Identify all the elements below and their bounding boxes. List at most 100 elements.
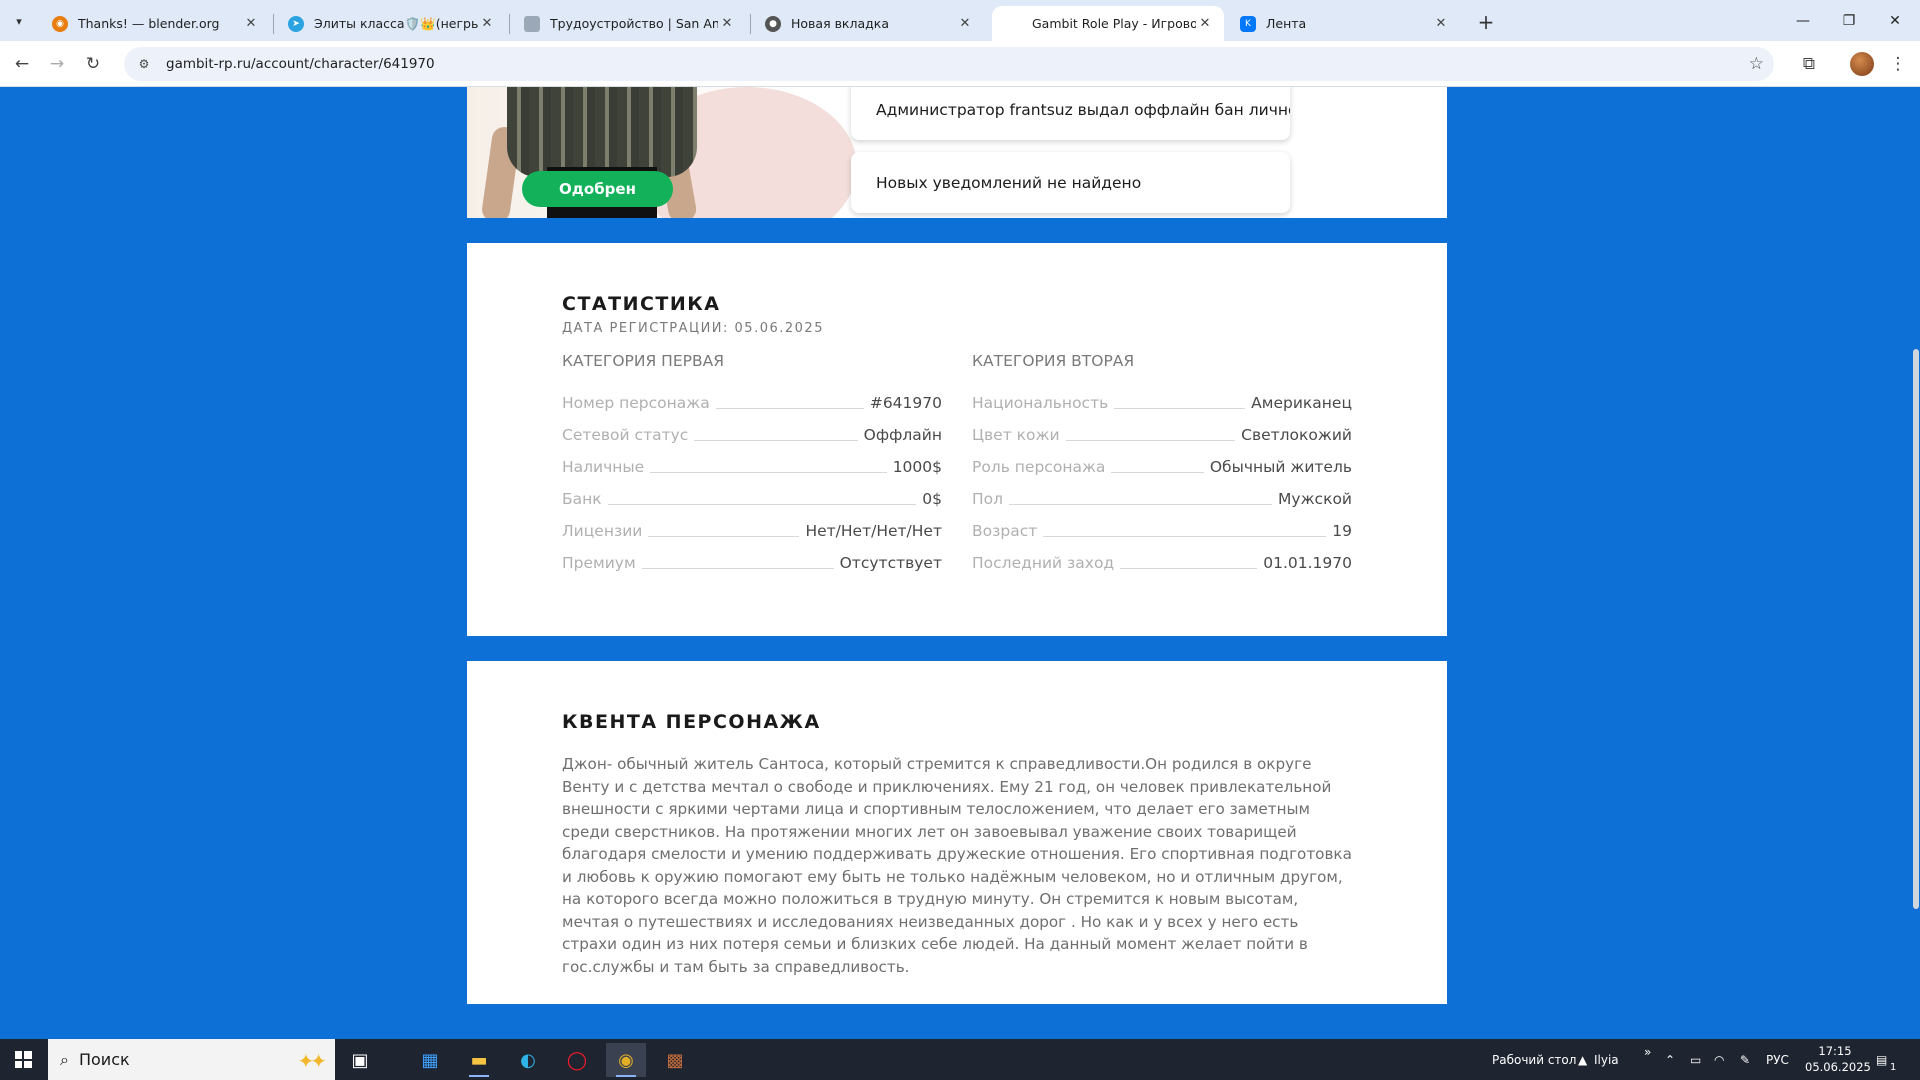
stat-label: Номер персонажа: [562, 394, 710, 412]
tab-telegram[interactable]: ➤ Элиты класса🛡️👑(негры) ✕: [274, 6, 506, 41]
battery-icon[interactable]: ▭: [1690, 1039, 1701, 1080]
menu-kebab-icon[interactable]: ⋮: [1884, 50, 1912, 78]
notification-item[interactable]: Администратор frantsuz выдал оффлайн бан…: [851, 87, 1290, 140]
stat-row: Номер персонажа #641970: [562, 392, 942, 412]
stat-value: Обычный житель: [1209, 458, 1352, 476]
start-button[interactable]: [0, 1039, 46, 1080]
blender-icon: ◉: [52, 15, 68, 32]
opera-icon[interactable]: ◯: [557, 1043, 597, 1077]
overflow-chevron-icon[interactable]: »: [1644, 1031, 1651, 1072]
stat-value: 19: [1332, 522, 1352, 540]
stat-value: Нет/Нет/Нет/Нет: [805, 522, 942, 540]
stat-row: Цвет кожи Светлокожий: [972, 424, 1352, 444]
extensions-icon[interactable]: ⧉: [1795, 50, 1823, 78]
stat-value: 01.01.1970: [1263, 554, 1352, 572]
telegram-icon: ➤: [288, 15, 304, 32]
tab-title: Gambit Role Play - Игровой пр: [1032, 16, 1196, 31]
stat-row: Лицензии Нет/Нет/Нет/Нет: [562, 520, 942, 540]
new-tab-button[interactable]: +: [1472, 8, 1500, 36]
store-icon[interactable]: ▦: [410, 1043, 450, 1077]
clock[interactable]: 17:15 05.06.2025: [1805, 1043, 1871, 1075]
stat-label: Роль персонажа: [972, 458, 1106, 476]
forward-icon[interactable]: →: [43, 50, 71, 78]
stat-value: 1000$: [892, 458, 942, 476]
game-app-icon[interactable]: ▩: [655, 1043, 695, 1077]
character-card: Одобрен Администратор frantsuz выдал офф…: [467, 87, 1447, 218]
page-viewport: Одобрен Администратор frantsuz выдал офф…: [0, 87, 1920, 1039]
pen-icon[interactable]: ✎: [1740, 1039, 1750, 1080]
close-tab-icon[interactable]: ✕: [1196, 15, 1214, 33]
restore-icon[interactable]: ❐: [1826, 0, 1872, 41]
close-tab-icon[interactable]: ✕: [1432, 15, 1450, 33]
stat-value: #641970: [869, 394, 942, 412]
edge-icon[interactable]: ◐: [508, 1043, 548, 1077]
bookmark-star-icon[interactable]: ☆: [1749, 54, 1764, 74]
back-icon[interactable]: ←: [8, 50, 36, 78]
close-tab-icon[interactable]: ✕: [718, 15, 736, 33]
page-scrollbar[interactable]: [1912, 87, 1920, 1039]
taskbar: ⌕ Поиск ✦✦ ▣ ▦ ▬ ◐ ◯ ◉ ▩ Рабочий стол ▲ …: [0, 1039, 1920, 1080]
stat-value: Светлокожий: [1241, 426, 1352, 444]
stat-row: Наличные 1000$: [562, 456, 942, 476]
stat-label: Сетевой статус: [562, 426, 689, 444]
chrome-taskbar-icon[interactable]: ◉: [606, 1043, 646, 1077]
stat-row: Последний заход 01.01.1970: [972, 552, 1352, 572]
statistics-card: СТАТИСТИКА ДАТА РЕГИСТРАЦИИ: 05.06.2025 …: [467, 243, 1447, 636]
scroll-thumb[interactable]: [1913, 349, 1919, 909]
task-view-icon[interactable]: ▣: [340, 1043, 380, 1077]
tab-gambit[interactable]: Gambit Role Play - Игровой пр ✕: [992, 6, 1224, 41]
wifi-icon[interactable]: ◠: [1714, 1039, 1724, 1080]
stat-label: Лицензии: [562, 522, 643, 540]
stat-value: Американец: [1251, 394, 1352, 412]
category-two-title: КАТЕГОРИЯ ВТОРАЯ: [972, 352, 1135, 370]
windows-logo-icon: [14, 1051, 32, 1068]
tab-title: Лента: [1266, 16, 1307, 31]
show-hidden-icons-chevron[interactable]: ⌃: [1665, 1039, 1675, 1080]
stat-label: Национальность: [972, 394, 1109, 412]
user-label[interactable]: Ilyia: [1594, 1039, 1619, 1080]
registration-date: ДАТА РЕГИСТРАЦИИ: 05.06.2025: [562, 321, 824, 336]
stat-row: Национальность Американец: [972, 392, 1352, 412]
tab-vk[interactable]: K Лента ✕: [1226, 6, 1460, 41]
story-card: КВЕНТА ПЕРСОНАЖА Джон- обычный житель Са…: [467, 661, 1447, 1004]
tab-new[interactable]: ● Новая вкладка ✕: [751, 6, 984, 41]
stat-row: Сетевой статус Оффлайн: [562, 424, 942, 444]
stat-label: Наличные: [562, 458, 645, 476]
tab-search-button[interactable]: ▾: [6, 8, 32, 34]
site-settings-icon[interactable]: ⚙: [134, 54, 154, 74]
clock-time: 17:15: [1818, 1044, 1852, 1058]
desktop-toolbar-label[interactable]: Рабочий стол: [1492, 1039, 1576, 1080]
stat-row: Пол Мужской: [972, 488, 1352, 508]
close-tab-icon[interactable]: ✕: [242, 15, 260, 33]
tab-employment[interactable]: Трудоустройство | San Andreas ✕: [510, 6, 746, 41]
language-indicator[interactable]: РУС: [1766, 1039, 1789, 1080]
stat-row: Роль персонажа Обычный житель: [972, 456, 1352, 476]
stat-label: Премиум: [562, 554, 636, 572]
story-text: Джон- обычный житель Сантоса, который ст…: [562, 755, 1352, 976]
stat-row: Банк 0$: [562, 488, 942, 508]
close-tab-icon[interactable]: ✕: [478, 15, 496, 33]
tab-blender[interactable]: ◉ Thanks! — blender.org ✕: [38, 6, 270, 41]
close-window-icon[interactable]: ✕: [1872, 0, 1918, 41]
minimize-icon[interactable]: —: [1780, 0, 1826, 41]
close-tab-icon[interactable]: ✕: [956, 15, 974, 33]
notification-center-icon[interactable]: ▤: [1876, 1039, 1887, 1080]
taskbar-search[interactable]: ⌕ Поиск ✦✦: [48, 1039, 335, 1080]
address-bar[interactable]: ⚙ gambit-rp.ru/account/character/641970 …: [124, 47, 1774, 81]
stat-label: Пол: [972, 490, 1004, 508]
reload-icon[interactable]: ↻: [79, 50, 107, 78]
browser-toolbar: ← → ↻ ⚙ gambit-rp.ru/account/character/6…: [0, 41, 1920, 87]
profile-avatar[interactable]: [1850, 52, 1874, 76]
user-folder-icon[interactable]: ▲: [1578, 1039, 1587, 1080]
file-explorer-icon[interactable]: ▬: [459, 1043, 499, 1077]
tab-title: Элиты класса🛡️👑(негры): [314, 15, 478, 31]
stat-value: Оффлайн: [863, 426, 942, 444]
stat-label: Банк: [562, 490, 602, 508]
status-badge: Одобрен: [522, 171, 673, 207]
notification-item[interactable]: Новых уведомлений не найдено: [851, 152, 1290, 213]
tab-strip: ▾ ◉ Thanks! — blender.org ✕ ➤ Элиты клас…: [0, 0, 1920, 41]
story-title: КВЕНТА ПЕРСОНАЖА: [562, 711, 821, 733]
stat-value: Мужской: [1278, 490, 1352, 508]
vk-icon: K: [1240, 15, 1256, 32]
url-text[interactable]: gambit-rp.ru/account/character/641970: [166, 56, 435, 72]
